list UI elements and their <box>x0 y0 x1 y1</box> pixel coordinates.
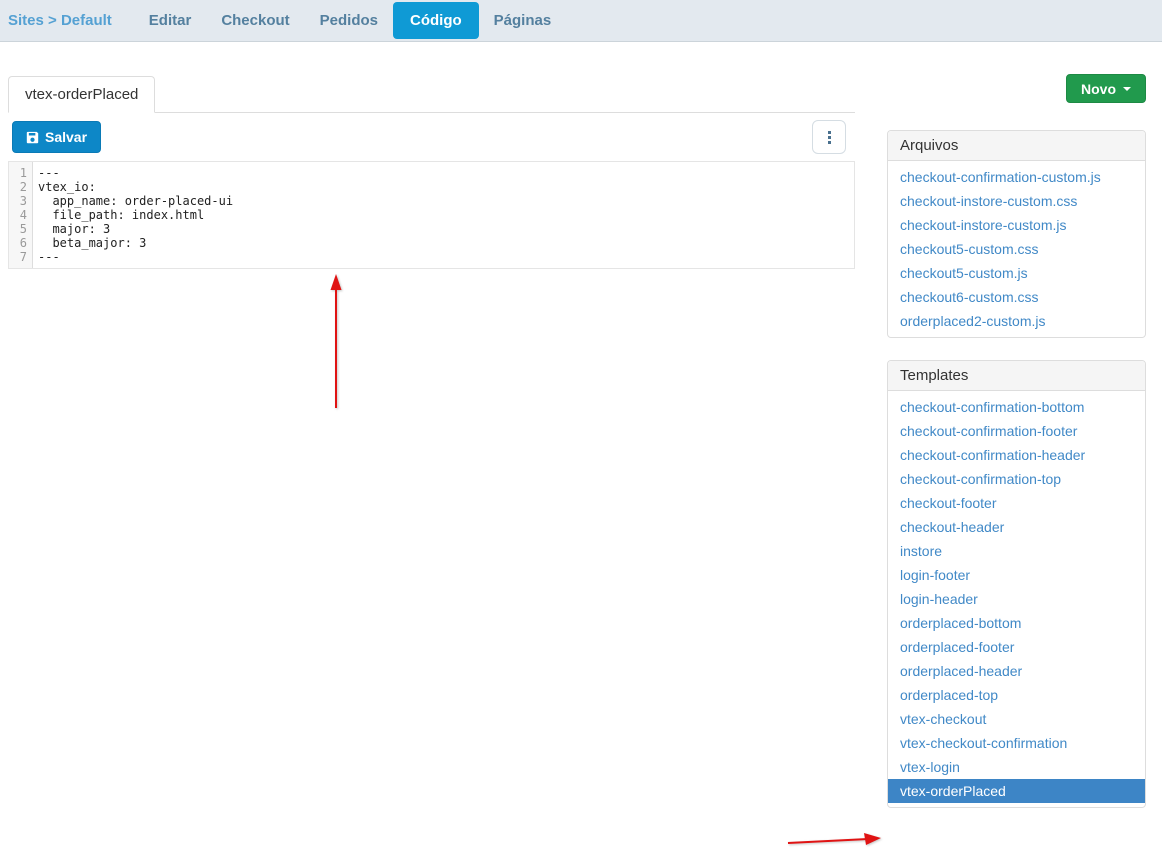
code-content[interactable]: ---vtex_io: app_name: order-placed-ui fi… <box>33 162 854 268</box>
save-button-label: Salvar <box>45 129 87 145</box>
template-link-selected[interactable]: vtex-orderPlaced <box>888 779 1145 803</box>
templates-panel-title: Templates <box>888 361 1145 391</box>
nav-item-paginas[interactable]: Páginas <box>479 2 567 39</box>
new-button[interactable]: Novo <box>1066 74 1146 103</box>
line-number: 2 <box>13 180 27 194</box>
caret-down-icon <box>1123 87 1131 91</box>
template-link[interactable]: checkout-confirmation-bottom <box>888 395 1145 419</box>
tab-vtex-orderplaced[interactable]: vtex-orderPlaced <box>8 76 155 113</box>
line-number: 3 <box>13 194 27 208</box>
template-link[interactable]: login-header <box>888 587 1145 611</box>
kebab-menu-icon <box>828 131 831 144</box>
files-list: checkout-confirmation-custom.jscheckout-… <box>888 161 1145 337</box>
template-link[interactable]: instore <box>888 539 1145 563</box>
nav-item-codigo[interactable]: Código <box>393 2 479 39</box>
editor-menu-button[interactable] <box>812 120 846 154</box>
code-line[interactable]: beta_major: 3 <box>38 236 854 250</box>
breadcrumb[interactable]: Sites > Default <box>8 12 112 29</box>
files-panel-title: Arquivos <box>888 131 1145 161</box>
code-line[interactable]: app_name: order-placed-ui <box>38 194 854 208</box>
line-number: 7 <box>13 250 27 264</box>
editor-tabstrip: vtex-orderPlaced <box>8 76 855 113</box>
nav-item-editar[interactable]: Editar <box>134 2 207 39</box>
template-link[interactable]: vtex-login <box>888 755 1145 779</box>
template-link[interactable]: checkout-header <box>888 515 1145 539</box>
templates-list: checkout-confirmation-bottomcheckout-con… <box>888 391 1145 807</box>
code-line[interactable]: vtex_io: <box>38 180 854 194</box>
line-number: 5 <box>13 222 27 236</box>
sidebar-column: Novo Arquivos checkout-confirmation-cust… <box>887 74 1146 830</box>
annotation-arrow-right <box>784 829 884 849</box>
template-link[interactable]: orderplaced-bottom <box>888 611 1145 635</box>
save-button[interactable]: Salvar <box>12 121 101 153</box>
file-link[interactable]: checkout5-custom.css <box>888 237 1145 261</box>
annotation-arrow-up <box>326 272 346 412</box>
line-number: 1 <box>13 166 27 180</box>
code-line[interactable]: file_path: index.html <box>38 208 854 222</box>
template-link[interactable]: orderplaced-top <box>888 683 1145 707</box>
file-link[interactable]: checkout5-custom.js <box>888 261 1145 285</box>
file-link[interactable]: checkout-instore-custom.js <box>888 213 1145 237</box>
file-link[interactable]: checkout6-custom.css <box>888 285 1145 309</box>
new-button-label: Novo <box>1081 81 1116 97</box>
template-link[interactable]: checkout-confirmation-top <box>888 467 1145 491</box>
line-number-gutter: 1234567 <box>9 162 33 268</box>
top-nav: Sites > Default EditarCheckoutPedidosCód… <box>0 0 1162 42</box>
template-link[interactable]: orderplaced-header <box>888 659 1145 683</box>
code-line[interactable]: --- <box>38 166 854 180</box>
nav-items: EditarCheckoutPedidosCódigoPáginas <box>134 2 566 39</box>
nav-item-checkout[interactable]: Checkout <box>206 2 304 39</box>
template-link[interactable]: login-footer <box>888 563 1145 587</box>
template-link[interactable]: vtex-checkout-confirmation <box>888 731 1145 755</box>
code-editor[interactable]: 1234567 ---vtex_io: app_name: order-plac… <box>8 161 855 269</box>
template-link[interactable]: vtex-checkout <box>888 707 1145 731</box>
editor-column: vtex-orderPlaced Salvar 1234567 ---vtex_… <box>8 76 855 269</box>
file-link[interactable]: checkout-confirmation-custom.js <box>888 165 1145 189</box>
line-number: 4 <box>13 208 27 222</box>
file-link[interactable]: orderplaced2-custom.js <box>888 309 1145 333</box>
files-panel: Arquivos checkout-confirmation-custom.js… <box>887 130 1146 338</box>
code-line[interactable]: major: 3 <box>38 222 854 236</box>
template-link[interactable]: orderplaced-footer <box>888 635 1145 659</box>
file-link[interactable]: checkout-instore-custom.css <box>888 189 1145 213</box>
editor-toolbar: Salvar <box>8 113 855 161</box>
nav-item-pedidos[interactable]: Pedidos <box>305 2 393 39</box>
template-link[interactable]: checkout-footer <box>888 491 1145 515</box>
templates-panel: Templates checkout-confirmation-bottomch… <box>887 360 1146 808</box>
template-link[interactable]: checkout-confirmation-footer <box>888 419 1145 443</box>
save-icon <box>26 131 39 144</box>
template-link[interactable]: checkout-confirmation-header <box>888 443 1145 467</box>
code-line[interactable]: --- <box>38 250 854 264</box>
line-number: 6 <box>13 236 27 250</box>
